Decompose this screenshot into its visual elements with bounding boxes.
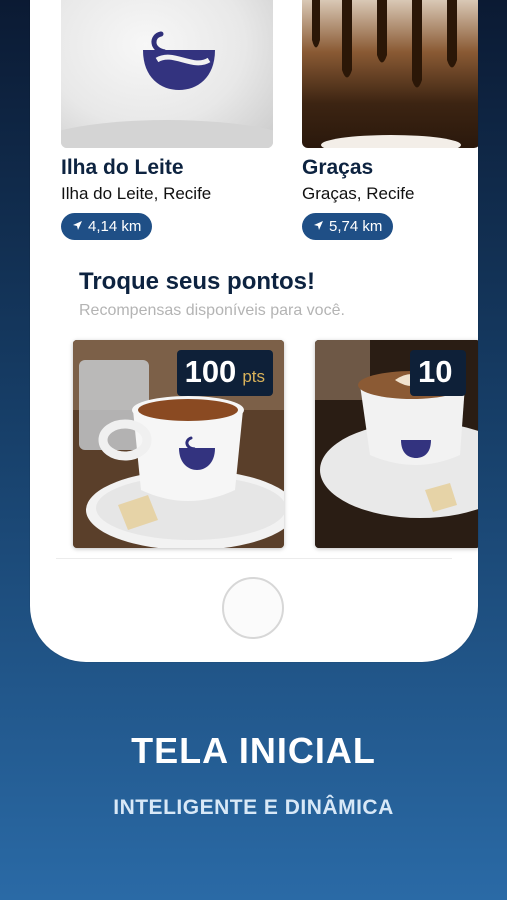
distance-badge: 5,74 km <box>302 213 394 240</box>
caption-subtitle: INTELIGENTE E DINÂMICA <box>113 796 394 819</box>
points-badge: 10 <box>410 350 467 396</box>
home-button[interactable] <box>222 577 284 639</box>
store-name: Ilha do Leite <box>61 156 184 179</box>
store-photo <box>302 0 478 148</box>
store-name: Graças <box>302 156 374 179</box>
store-card-ilha-do-leite[interactable]: Ilha do Leite Ilha do Leite, Recife 4,14… <box>61 0 273 240</box>
navigation-arrow-icon <box>72 220 83 234</box>
reward-card[interactable]: 100 pts <box>73 340 284 548</box>
distance-value: 4,14 km <box>88 218 142 235</box>
distance-badge: 4,14 km <box>61 213 153 240</box>
milkshake-image-icon <box>312 0 461 148</box>
coffee-cup-logo-icon <box>61 31 273 148</box>
points-unit: pts <box>242 367 265 386</box>
points-badge: 100 pts <box>176 350 273 396</box>
navigation-arrow-icon <box>313 220 324 234</box>
reward-card[interactable]: 10 <box>315 340 478 548</box>
points-value: 100 <box>184 354 237 389</box>
distance-value: 5,74 km <box>329 218 383 235</box>
screen-divider <box>56 558 452 559</box>
caption-title: TELA INICIAL <box>131 730 376 771</box>
points-value: 10 <box>418 354 453 389</box>
store-address: Ilha do Leite, Recife <box>61 184 212 203</box>
rewards-subtitle: Recompensas disponíveis para você. <box>79 302 345 319</box>
store-address: Graças, Recife <box>302 184 415 203</box>
app-screen: Ilha do Leite Ilha do Leite, Recife 4,14… <box>30 0 478 560</box>
phone-frame: Ilha do Leite Ilha do Leite, Recife 4,14… <box>30 0 478 662</box>
store-photo <box>61 0 273 148</box>
store-card-gracas[interactable]: Graças Graças, Recife 5,74 km <box>302 0 478 240</box>
rewards-title: Troque seus pontos! <box>79 268 316 295</box>
